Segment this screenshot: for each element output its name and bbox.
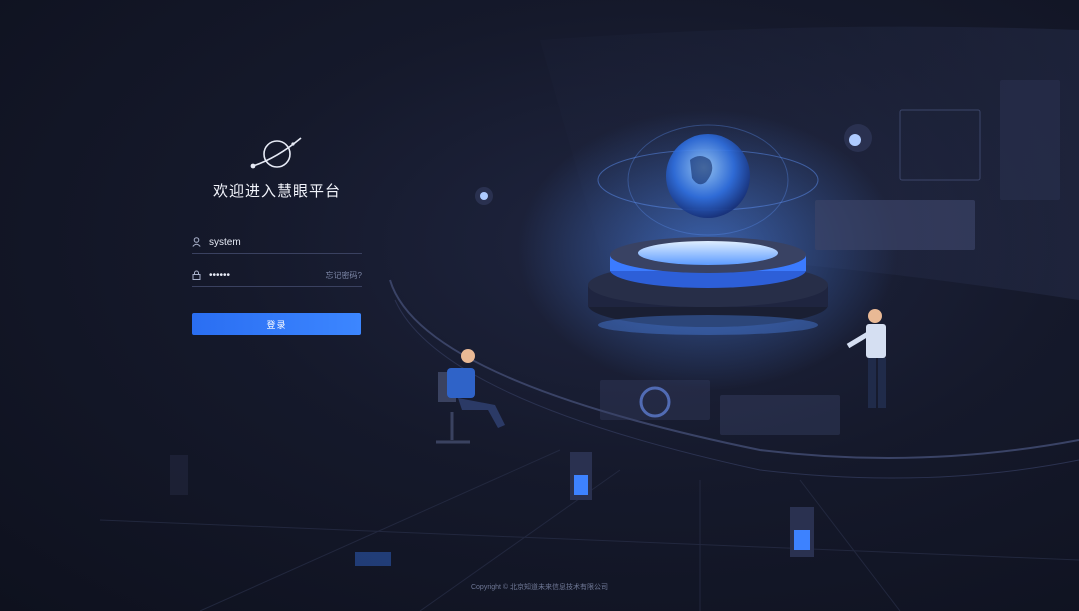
page-title: 欢迎进入慧眼平台 <box>212 183 341 200</box>
username-input[interactable] <box>209 236 362 248</box>
lock-icon <box>192 270 202 280</box>
password-field-row: 忘记密码? <box>192 264 362 287</box>
username-field-row <box>192 231 362 254</box>
login-panel: 欢迎进入慧眼平台 忘记密码? 登录 <box>192 130 362 335</box>
login-button[interactable]: 登录 <box>192 313 361 335</box>
user-icon <box>192 237 202 247</box>
background-illustration <box>99 26 1079 611</box>
forgot-password-link[interactable]: 忘记密码? <box>326 270 362 281</box>
copyright-text: Copyright © 北京知道未来信息技术有限公司 <box>470 584 608 591</box>
planet-logo-icon <box>250 137 302 169</box>
